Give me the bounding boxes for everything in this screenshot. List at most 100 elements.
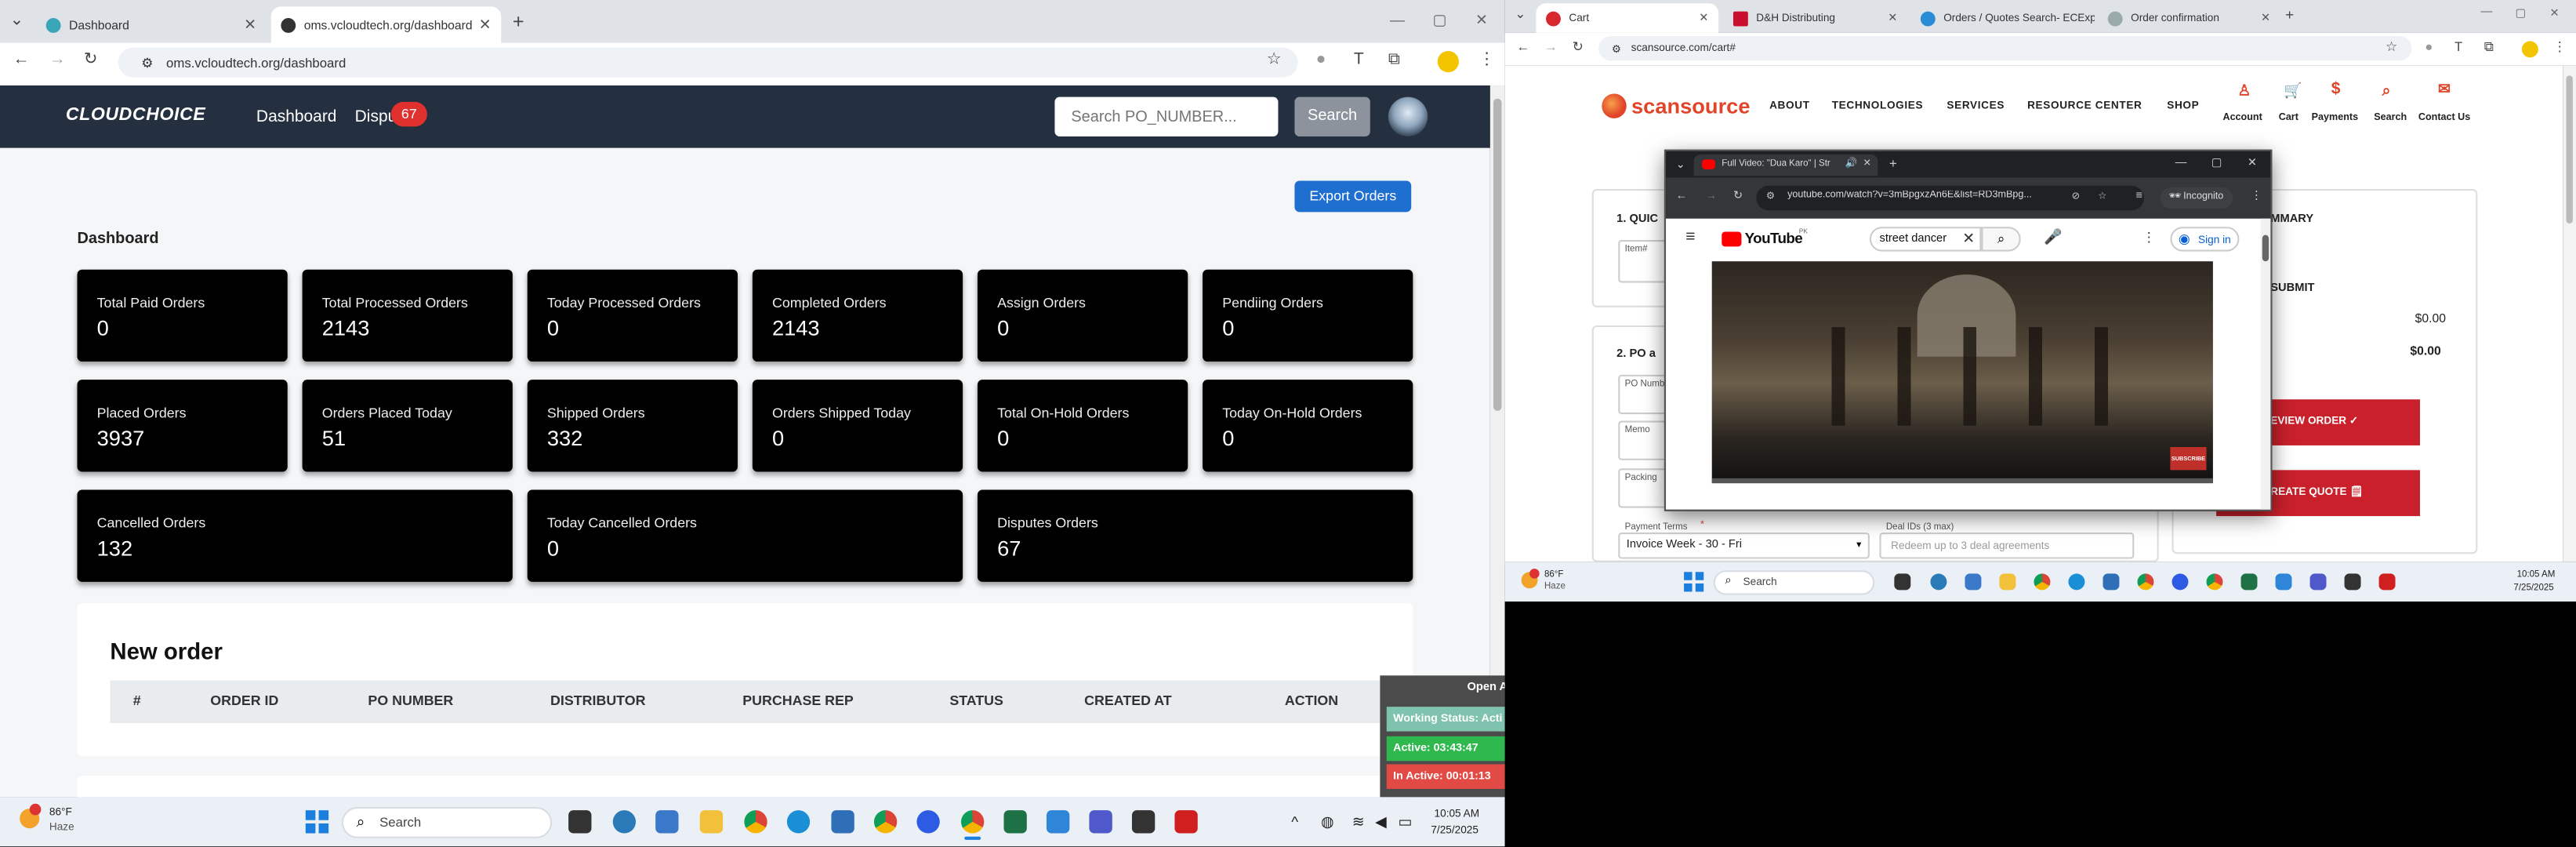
export-orders-button[interactable]: Export Orders: [1294, 180, 1412, 213]
popup-forward-icon[interactable]: →: [1705, 191, 1717, 202]
right-app-icon-2[interactable]: [2103, 573, 2120, 591]
right-reload-icon[interactable]: ↻: [1573, 40, 1584, 54]
close-tab-icon[interactable]: ✕: [1699, 12, 1708, 25]
file-explorer-icon[interactable]: [699, 810, 724, 834]
tab-search-icon[interactable]: ⌄: [10, 13, 24, 30]
right-notes-icon[interactable]: [2344, 573, 2361, 591]
right-start-icon[interactable]: [1684, 572, 1703, 592]
cart-icon[interactable]: 🛒: [2284, 82, 2302, 100]
popup-new-tab-icon[interactable]: +: [1889, 157, 1897, 171]
reload-icon[interactable]: ↻: [84, 52, 98, 69]
popup-reload-icon[interactable]: ↻: [1733, 191, 1743, 202]
nav-shop[interactable]: SHOP: [2167, 100, 2199, 112]
volume-icon[interactable]: ◀: [1375, 813, 1387, 831]
chrome-active-icon[interactable]: [960, 810, 985, 834]
right-menu-icon[interactable]: ⋮: [2553, 40, 2567, 54]
right-app-icon[interactable]: [1930, 573, 1947, 591]
user-avatar[interactable]: [1388, 96, 1428, 136]
col-header-distributor[interactable]: DISTRIBUTOR: [550, 692, 645, 708]
popup-bookmark-icon[interactable]: ☆: [2098, 191, 2106, 202]
clock-time[interactable]: 10:05 AM: [1435, 809, 1480, 820]
tab-dashboard[interactable]: Dashboard ✕: [36, 6, 266, 42]
app-icon-2[interactable]: [831, 810, 854, 834]
excel-icon[interactable]: [1003, 810, 1027, 834]
popup-address-bar[interactable]: ⚙ youtube.com/watch?v=3mBpgxzAn6E&list=R…: [1756, 185, 2144, 211]
youtube-signin-button[interactable]: ◉ Sign in: [2170, 227, 2240, 252]
popup-minimize-icon[interactable]: —: [2175, 158, 2187, 169]
popup-back-icon[interactable]: ←: [1676, 191, 1688, 202]
back-icon[interactable]: ←: [13, 52, 30, 69]
nav-dashboard-link[interactable]: Dashboard: [256, 108, 337, 126]
chrome-profile-icon[interactable]: [873, 810, 898, 834]
popup-maximize-icon[interactable]: ▢: [2211, 158, 2222, 169]
youtube-search-input[interactable]: street dancer ✕: [1869, 227, 1982, 252]
col-header-created-at[interactable]: CREATED AT: [1084, 692, 1171, 708]
close-tab-icon[interactable]: ✕: [244, 16, 256, 34]
voice-search-icon[interactable]: 🎤: [2044, 228, 2063, 246]
po-search-input[interactable]: [1054, 96, 1279, 136]
right-minimize-icon[interactable]: —: [2481, 6, 2493, 18]
tab-oms-dashboard[interactable]: oms.vcloudtech.org/dashboard ✕: [270, 6, 502, 43]
right-reader-icon[interactable]: T: [2454, 40, 2462, 54]
popup-menu-icon[interactable]: ⋮: [2251, 191, 2262, 202]
close-tab-icon[interactable]: ✕: [1888, 12, 1897, 25]
contact-label[interactable]: Contact Us: [2418, 114, 2470, 124]
right-edge-icon[interactable]: [2068, 573, 2085, 591]
extensions-puzzle-icon[interactable]: ⧉: [1388, 52, 1400, 69]
extension-icon[interactable]: ●: [1316, 52, 1326, 69]
app-icon[interactable]: [612, 810, 637, 834]
right-tab-search-icon[interactable]: ⌄: [1515, 7, 1526, 21]
tab-cart[interactable]: Cart ✕: [1536, 3, 1719, 33]
close-popup-tab-icon[interactable]: ✕: [1863, 158, 1872, 169]
right-teams-icon[interactable]: [2309, 573, 2327, 591]
col-header-status[interactable]: STATUS: [949, 692, 1003, 708]
zoom-icon[interactable]: [916, 810, 940, 834]
profile-avatar[interactable]: [1437, 50, 1459, 73]
right-close-icon[interactable]: ✕: [2550, 6, 2560, 20]
popup-tab-menu-icon[interactable]: ⌄: [1676, 159, 1685, 171]
right-forward-icon[interactable]: →: [1544, 40, 1558, 54]
nav-services[interactable]: SERVICES: [1947, 100, 2005, 112]
col-header-purchase-rep[interactable]: PURCHASE REP: [742, 692, 854, 708]
tab-order-confirmation[interactable]: Order confirmation ✕: [2098, 3, 2280, 33]
right-profile-avatar[interactable]: [2521, 41, 2538, 58]
status-open-label[interactable]: Open A: [1467, 682, 1504, 694]
tab-dh-distributing[interactable]: D&H Distributing ✕: [1723, 3, 1907, 33]
clear-search-icon[interactable]: ✕: [1962, 230, 1975, 248]
cloudchoice-logo[interactable]: CLOUDCHOICE: [66, 105, 206, 125]
bookmark-star-icon[interactable]: ☆: [1267, 52, 1282, 69]
calculator-icon[interactable]: [655, 810, 679, 834]
right-puzzle-icon[interactable]: ⧉: [2484, 40, 2494, 54]
right-taskbar-search[interactable]: ⌕ Search: [1713, 570, 1875, 595]
teams-icon[interactable]: [1089, 810, 1112, 834]
right-chrome-active-icon[interactable]: [2206, 573, 2223, 591]
subscribe-overlay[interactable]: SUBSCRIBE: [2170, 447, 2207, 471]
youtube-search-button[interactable]: ⌕: [1981, 227, 2021, 252]
forward-icon[interactable]: →: [49, 52, 66, 69]
right-chrome-profile-icon[interactable]: [2137, 573, 2154, 591]
popup-close-icon[interactable]: ✕: [2248, 158, 2257, 169]
menu-kebab-icon[interactable]: ⋮: [1478, 52, 1495, 69]
cart-label[interactable]: Cart: [2279, 114, 2298, 124]
youtube-menu-icon[interactable]: ≡: [1685, 229, 1695, 246]
youtube-scrollbar[interactable]: [2260, 218, 2271, 510]
right-image-app-icon[interactable]: [2275, 573, 2292, 591]
account-label[interactable]: Account: [2222, 114, 2262, 124]
right-calculator-icon[interactable]: [1965, 573, 1982, 591]
nav-about[interactable]: ABOUT: [1769, 100, 1810, 112]
new-tab-icon[interactable]: +: [513, 12, 524, 31]
minimize-icon[interactable]: —: [1390, 12, 1405, 28]
deal-ids-input[interactable]: Redeem up to 3 deal agreements: [1879, 533, 2135, 559]
reader-icon[interactable]: T: [1354, 52, 1364, 69]
battery-icon[interactable]: ▭: [1398, 813, 1412, 831]
right-acrobat-icon[interactable]: [2378, 573, 2396, 591]
clock-date[interactable]: 7/25/2025: [1431, 825, 1478, 837]
task-view-icon[interactable]: [568, 810, 592, 834]
popup-reading-list-icon[interactable]: ≡: [2135, 191, 2142, 202]
right-ext-icon[interactable]: ●: [2425, 40, 2433, 54]
right-clock-time[interactable]: 10:05 AM: [2517, 570, 2556, 580]
search-icon[interactable]: ⌕: [2382, 82, 2391, 100]
tray-app-icon[interactable]: ◍: [1321, 813, 1333, 831]
right-zoom-icon[interactable]: [2171, 573, 2189, 591]
windows-start-icon[interactable]: [305, 810, 328, 834]
